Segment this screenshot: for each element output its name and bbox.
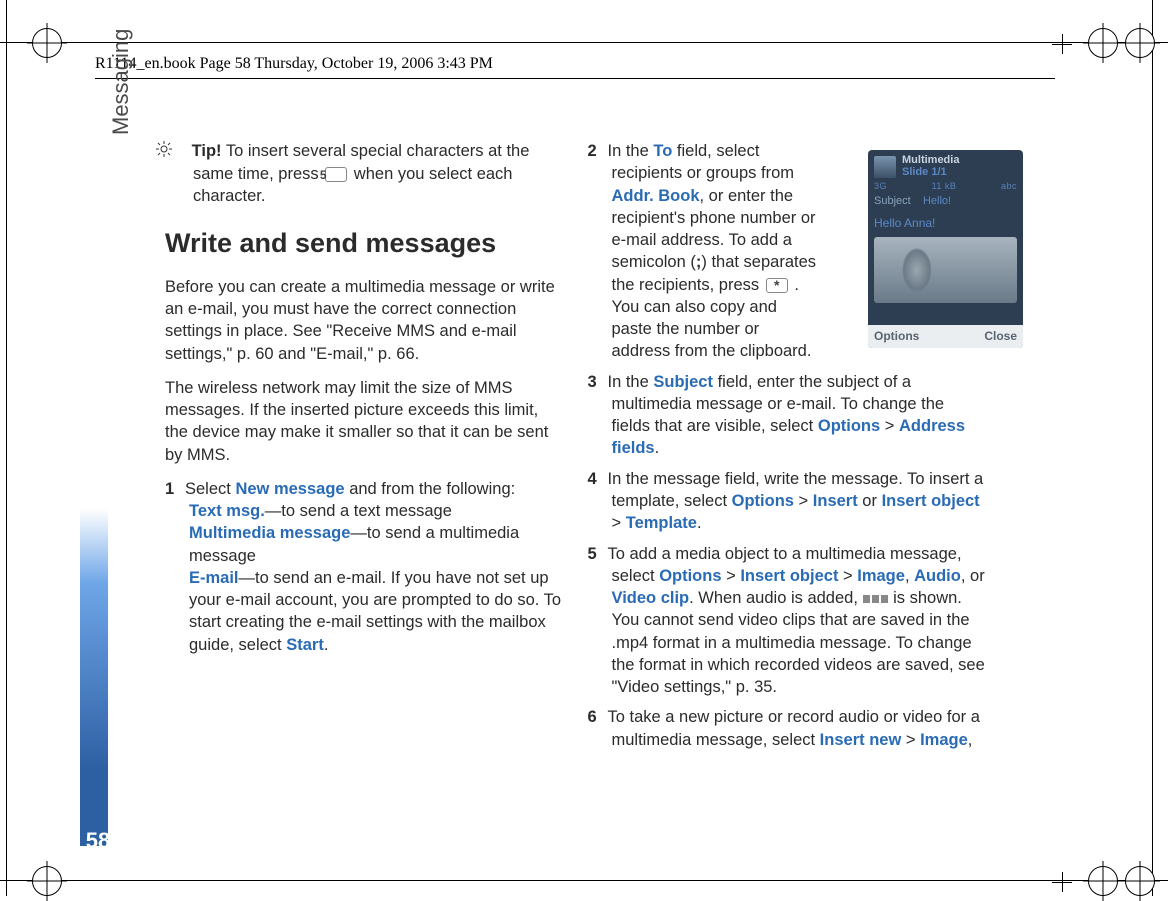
step-5-d: , — [905, 567, 914, 585]
ui-audio: Audio — [914, 567, 961, 585]
section-heading: Write and send messages — [165, 225, 563, 261]
ui-insert-object-5: Insert object — [740, 567, 838, 585]
section-label: Messaging — [108, 29, 134, 135]
step-5: 5To add a media object to a multimedia m… — [588, 543, 986, 699]
intro-para-2: The wireless network may limit the size … — [165, 377, 563, 466]
step-5-b: > — [722, 567, 741, 585]
ui-email: E-mail — [189, 569, 239, 587]
step-2-num: 2 — [588, 140, 608, 162]
registration-circle-icon — [1088, 866, 1118, 896]
step-1: 1Select New message and from the followi… — [165, 478, 563, 656]
registration-circle-icon — [1088, 28, 1118, 58]
running-header: R1114_en.book Page 58 Thursday, October … — [95, 55, 493, 73]
header-rule — [95, 78, 1055, 79]
ui-options-5: Options — [659, 567, 721, 585]
ui-insert-new: Insert new — [820, 731, 902, 749]
step-1-email-desc: —to send an e-mail. If you have not set … — [189, 569, 561, 654]
registration-circle-icon — [32, 28, 62, 58]
step-2-a: In the — [608, 142, 654, 160]
step-1-opt-text: Text msg.—to send a text message — [189, 500, 563, 522]
step-2: 2In the To field, select recipients or g… — [588, 140, 986, 363]
step-4: 4In the message field, write the message… — [588, 468, 986, 535]
ui-addr-book: Addr. Book — [612, 187, 700, 205]
tip-paragraph: Tip! To insert several special character… — [165, 140, 563, 207]
step-5-c: > — [838, 567, 857, 585]
page-number: 58 — [78, 828, 118, 854]
step-1-text-desc: —to send a text message — [265, 502, 452, 520]
step-5-h: You cannot send video clips that are sav… — [612, 609, 986, 698]
step-3-c: > — [880, 417, 899, 435]
step-6-num: 6 — [588, 706, 608, 728]
registration-circle-icon — [1125, 28, 1155, 58]
step-3: 3In the Subject field, enter the subject… — [588, 371, 986, 460]
crop-rule-bottom — [0, 880, 1168, 881]
audio-indicator-icon — [863, 592, 889, 606]
key-5-icon: 5 — [325, 167, 347, 182]
step-3-a: In the — [608, 373, 654, 391]
ui-options: Options — [818, 417, 880, 435]
step-6: 6To take a new picture or record audio o… — [588, 706, 986, 751]
step-3-num: 3 — [588, 371, 608, 393]
phone-input-mode: abc — [1001, 181, 1017, 191]
ui-subject-field: Subject — [653, 373, 713, 391]
step-3-d: . — [655, 439, 660, 457]
registration-circle-icon — [1125, 866, 1155, 896]
ui-insert: Insert — [813, 492, 858, 510]
step-5-e: , or — [961, 567, 985, 585]
ui-text-msg: Text msg. — [189, 502, 265, 520]
crop-rule-right — [1152, 0, 1153, 896]
step-4-e: . — [697, 514, 702, 532]
crop-rule-left — [6, 0, 7, 896]
page-content: Tip! To insert several special character… — [165, 140, 985, 759]
registration-circle-icon — [32, 866, 62, 896]
step-1-num: 1 — [165, 478, 185, 500]
ui-new-message: New message — [235, 480, 344, 498]
key-star-icon: * — [766, 278, 788, 293]
ui-video-clip: Video clip — [612, 589, 690, 607]
step-5-f: . When audio is added, — [689, 589, 862, 607]
step-4-c: or — [858, 492, 882, 510]
step-1-text-a: Select — [185, 480, 235, 498]
step-4-d: > — [612, 514, 626, 532]
intro-para-1: Before you can create a multimedia messa… — [165, 276, 563, 365]
ui-start: Start — [286, 636, 324, 654]
step-1-opt-mms: Multimedia message—to send a multimedia … — [189, 522, 563, 567]
phone-right-softkey: Close — [984, 329, 1017, 343]
step-4-num: 4 — [588, 468, 608, 490]
cross-mark-icon — [1052, 34, 1072, 54]
step-4-b: > — [794, 492, 813, 510]
step-6-b: > — [901, 731, 920, 749]
ui-options-4: Options — [732, 492, 794, 510]
step-5-num: 5 — [588, 543, 608, 565]
side-gradient-bar — [80, 96, 108, 846]
step-5-g: is shown. — [889, 589, 962, 607]
ui-to-field: To — [653, 142, 672, 160]
step-1-text-b: and from the following: — [345, 480, 516, 498]
ui-template: Template — [626, 514, 697, 532]
crop-rule-top — [0, 42, 1168, 43]
tip-label: Tip! — [192, 142, 222, 160]
ui-image-6: Image — [920, 731, 968, 749]
ui-multimedia-message: Multimedia message — [189, 524, 350, 542]
step-6-c: , — [968, 731, 973, 749]
cross-mark-icon — [1052, 872, 1072, 892]
ui-image-5: Image — [857, 567, 905, 585]
ui-insert-object: Insert object — [882, 492, 980, 510]
tip-icon — [167, 141, 187, 163]
step-1-opt-email: E-mail—to send an e-mail. If you have no… — [189, 567, 563, 656]
